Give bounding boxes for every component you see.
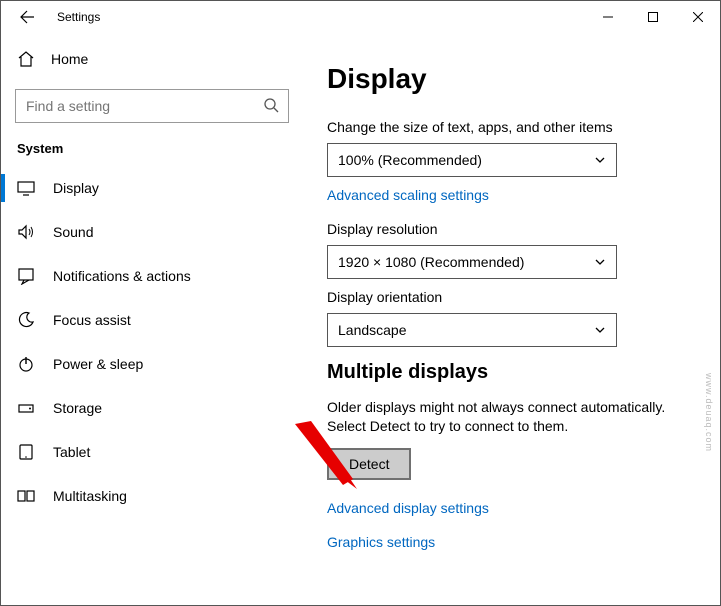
back-button[interactable] — [17, 7, 37, 27]
sidebar-item-notifications[interactable]: Notifications & actions — [1, 254, 303, 298]
orientation-value: Landscape — [338, 322, 407, 338]
content-area: Display Change the size of text, apps, a… — [303, 33, 720, 605]
power-icon — [17, 355, 35, 373]
resolution-label: Display resolution — [327, 221, 700, 237]
display-icon — [17, 179, 35, 197]
minimize-icon — [603, 12, 613, 22]
close-button[interactable] — [675, 1, 720, 33]
sidebar-home-label: Home — [51, 51, 88, 67]
sidebar-item-label: Power & sleep — [53, 356, 143, 372]
sidebar-item-label: Display — [53, 180, 99, 196]
scale-combobox[interactable]: 100% (Recommended) — [327, 143, 617, 177]
page-title: Display — [327, 63, 700, 95]
resolution-combobox[interactable]: 1920 × 1080 (Recommended) — [327, 245, 617, 279]
sidebar-item-multitasking[interactable]: Multitasking — [1, 474, 303, 518]
resolution-value: 1920 × 1080 (Recommended) — [338, 254, 524, 270]
sidebar-item-focus-assist[interactable]: Focus assist — [1, 298, 303, 342]
chevron-down-icon — [594, 324, 606, 336]
advanced-display-link[interactable]: Advanced display settings — [327, 500, 489, 516]
maximize-icon — [648, 12, 658, 22]
window-controls — [585, 1, 720, 33]
sidebar-item-label: Notifications & actions — [53, 268, 191, 284]
graphics-settings-link[interactable]: Graphics settings — [327, 534, 435, 550]
sidebar-item-label: Sound — [53, 224, 93, 240]
sidebar-group-title: System — [1, 123, 303, 166]
body: Home System Display Sound Notifications … — [1, 33, 720, 605]
storage-icon — [17, 399, 35, 417]
arrow-left-icon — [19, 9, 35, 25]
sidebar-item-display[interactable]: Display — [1, 166, 303, 210]
window-title: Settings — [57, 10, 100, 24]
scale-label: Change the size of text, apps, and other… — [327, 119, 700, 135]
title-bar-left: Settings — [1, 7, 100, 27]
minimize-button[interactable] — [585, 1, 630, 33]
orientation-combobox[interactable]: Landscape — [327, 313, 617, 347]
sound-icon — [17, 223, 35, 241]
search-wrap — [15, 89, 289, 123]
sidebar-home[interactable]: Home — [1, 39, 303, 79]
chevron-down-icon — [594, 256, 606, 268]
sidebar: Home System Display Sound Notifications … — [1, 33, 303, 605]
sidebar-item-label: Tablet — [53, 444, 90, 460]
sidebar-item-tablet[interactable]: Tablet — [1, 430, 303, 474]
notifications-icon — [17, 267, 35, 285]
close-icon — [693, 12, 703, 22]
search-input[interactable] — [15, 89, 289, 123]
sidebar-item-power-sleep[interactable]: Power & sleep — [1, 342, 303, 386]
multiple-displays-text: Older displays might not always connect … — [327, 398, 700, 436]
multitasking-icon — [17, 487, 35, 505]
sidebar-item-sound[interactable]: Sound — [1, 210, 303, 254]
home-icon — [17, 50, 35, 68]
title-bar: Settings — [1, 1, 720, 33]
focus-assist-icon — [17, 311, 35, 329]
sidebar-item-label: Storage — [53, 400, 102, 416]
scale-value: 100% (Recommended) — [338, 152, 482, 168]
maximize-button[interactable] — [630, 1, 675, 33]
detect-button[interactable]: Detect — [327, 448, 411, 480]
advanced-scaling-link[interactable]: Advanced scaling settings — [327, 187, 489, 203]
sidebar-item-label: Multitasking — [53, 488, 127, 504]
multiple-displays-heading: Multiple displays — [327, 361, 700, 384]
search-icon — [263, 97, 279, 118]
chevron-down-icon — [594, 154, 606, 166]
orientation-label: Display orientation — [327, 289, 700, 305]
tablet-icon — [17, 443, 35, 461]
sidebar-item-storage[interactable]: Storage — [1, 386, 303, 430]
sidebar-item-label: Focus assist — [53, 312, 131, 328]
